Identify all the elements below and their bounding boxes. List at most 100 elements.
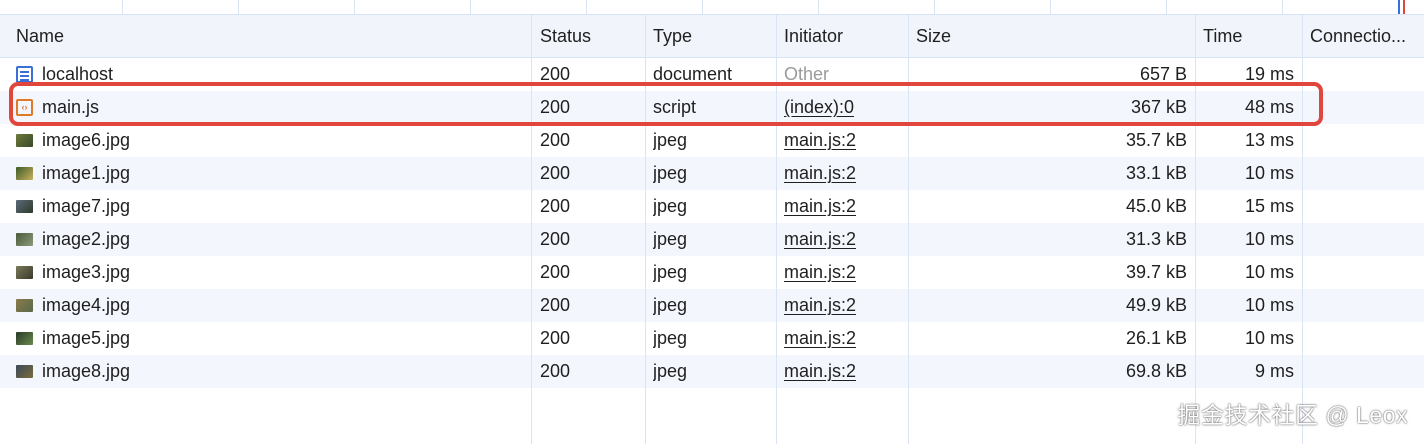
table-row[interactable]: localhost 200 document Other 657 B 19 ms [0,58,1424,91]
timeline-divider [354,0,355,14]
initiator-link[interactable]: main.js:2 [784,229,856,250]
timeline-divider [818,0,819,14]
cell-time-text: 10 ms [1244,262,1294,282]
cell-type: jpeg [653,157,773,190]
cell-time-text: 10 ms [1244,163,1294,183]
cell-status: 200 [540,289,640,322]
cell-time: 10 ms [1203,256,1294,289]
request-name: image8.jpg [42,361,131,381]
column-header-size[interactable]: Size [916,15,1186,57]
table-row[interactable]: ‹› main.js 200 script (index):0 367 kB 48 ms [0,91,1424,124]
request-name: localhost [42,64,114,84]
cell-size-text: 26.1 kB [1125,328,1187,348]
column-header-time[interactable]: Time [1203,15,1298,57]
initiator-link[interactable]: main.js:2 [784,295,856,316]
column-divider[interactable] [776,15,777,444]
cell-name[interactable]: localhost [16,58,521,91]
cell-type-text: jpeg [653,130,688,150]
cell-type: jpeg [653,322,773,355]
initiator-link[interactable]: main.js:2 [784,328,856,349]
table-row[interactable]: image7.jpg 200 jpeg main.js:2 45.0 kB 15 ms [0,190,1424,223]
cell-initiator[interactable]: main.js:2 [784,256,904,289]
cell-status-text: 200 [540,295,571,315]
image-thumbnail-icon [16,167,33,180]
table-row[interactable]: image8.jpg 200 jpeg main.js:2 69.8 kB 9 ms [0,355,1424,388]
cell-type-text: jpeg [653,163,688,183]
cell-initiator[interactable]: main.js:2 [784,190,904,223]
cell-initiator[interactable]: main.js:2 [784,157,904,190]
column-divider[interactable] [531,15,532,444]
column-divider[interactable] [908,15,909,444]
column-divider[interactable] [1302,15,1303,444]
cell-type: jpeg [653,256,773,289]
initiator-link[interactable]: main.js:2 [784,361,856,382]
column-header-connection[interactable]: Connectio... [1310,15,1420,57]
network-overview-timeline[interactable] [0,0,1424,15]
cell-time-text: 10 ms [1244,328,1294,348]
cell-size: 31.3 kB [916,223,1187,256]
image-thumbnail-icon [16,365,33,378]
document-icon [16,66,33,83]
initiator-link[interactable]: main.js:2 [784,196,856,217]
cell-size-text: 45.0 kB [1125,196,1187,216]
timeline-divider [586,0,587,14]
table-row[interactable]: image2.jpg 200 jpeg main.js:2 31.3 kB 10 ms [0,223,1424,256]
cell-name[interactable]: image1.jpg [16,157,521,190]
image-thumbnail-icon [16,299,33,312]
column-header-type[interactable]: Type [653,15,773,57]
cell-type: script [653,91,773,124]
initiator-link[interactable]: main.js:2 [784,262,856,283]
cell-connection [1310,256,1420,289]
column-header-name[interactable]: Name [16,15,516,57]
network-requests-table: Name Status Type Initiator Size Time Con… [0,15,1424,444]
cell-initiator: Other [784,58,904,91]
cell-size: 33.1 kB [916,157,1187,190]
table-row[interactable]: image6.jpg 200 jpeg main.js:2 35.7 kB 13 ms [0,124,1424,157]
column-divider[interactable] [645,15,646,444]
cell-type-text: jpeg [653,262,688,282]
table-row[interactable]: image3.jpg 200 jpeg main.js:2 39.7 kB 10 ms [0,256,1424,289]
request-name: image1.jpg [42,163,131,183]
table-row[interactable]: image4.jpg 200 jpeg main.js:2 49.9 kB 10 ms [0,289,1424,322]
timeline-divider [1282,0,1283,14]
column-header-initiator[interactable]: Initiator [784,15,904,57]
cell-initiator[interactable]: main.js:2 [784,223,904,256]
initiator-link[interactable]: (index):0 [784,97,854,118]
cell-connection [1310,223,1420,256]
initiator-link[interactable]: main.js:2 [784,163,856,184]
cell-status-text: 200 [540,64,571,84]
cell-initiator[interactable]: main.js:2 [784,355,904,388]
cell-initiator[interactable]: main.js:2 [784,289,904,322]
cell-status-text: 200 [540,229,571,249]
initiator-link[interactable]: main.js:2 [784,130,856,151]
cell-initiator[interactable]: main.js:2 [784,124,904,157]
cell-name[interactable]: ‹› main.js [16,91,521,124]
cell-status-text: 200 [540,361,571,381]
cell-type: jpeg [653,124,773,157]
cell-time: 15 ms [1203,190,1294,223]
table-row[interactable]: image5.jpg 200 jpeg main.js:2 26.1 kB 10 ms [0,322,1424,355]
cell-name[interactable]: image5.jpg [16,322,521,355]
request-name: image2.jpg [42,229,131,249]
timeline-divider [1166,0,1167,14]
cell-name[interactable]: image3.jpg [16,256,521,289]
cell-initiator[interactable]: (index):0 [784,91,904,124]
cell-name[interactable]: image6.jpg [16,124,521,157]
cell-name[interactable]: image4.jpg [16,289,521,322]
cell-name[interactable]: image7.jpg [16,190,521,223]
cell-name[interactable]: image2.jpg [16,223,521,256]
cell-name[interactable]: image8.jpg [16,355,521,388]
cell-status: 200 [540,223,640,256]
cell-size: 45.0 kB [916,190,1187,223]
cell-status-text: 200 [540,97,571,117]
cell-type-text: jpeg [653,295,688,315]
load-event-marker [1403,0,1405,14]
cell-initiator[interactable]: main.js:2 [784,322,904,355]
table-row[interactable]: image1.jpg 200 jpeg main.js:2 33.1 kB 10 ms [0,157,1424,190]
cell-time: 10 ms [1203,157,1294,190]
column-divider[interactable] [1195,15,1196,444]
cell-size-text: 69.8 kB [1125,361,1187,381]
dom-content-loaded-marker [1398,0,1400,14]
column-header-status[interactable]: Status [540,15,640,57]
cell-type-text: jpeg [653,196,688,216]
